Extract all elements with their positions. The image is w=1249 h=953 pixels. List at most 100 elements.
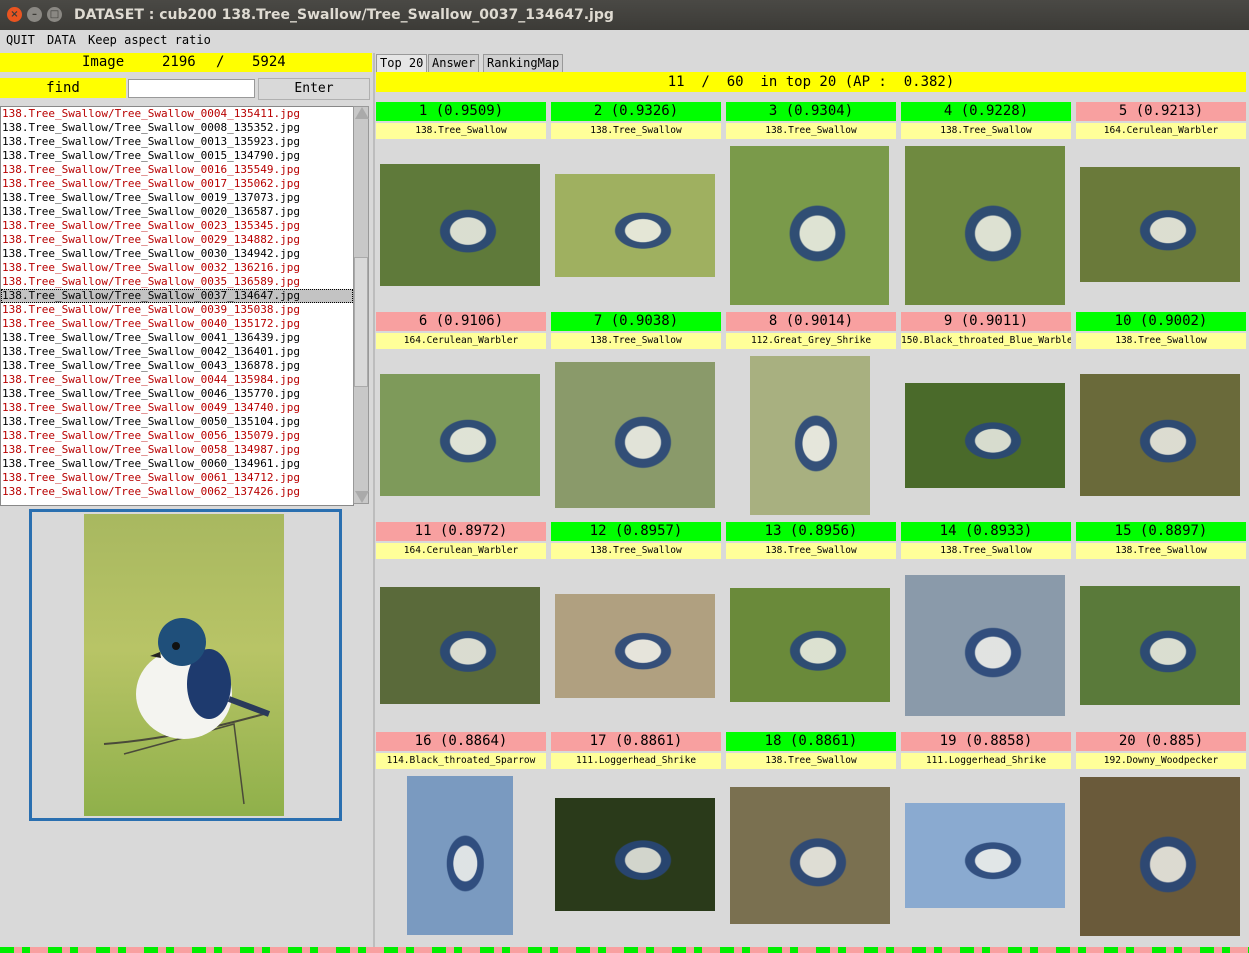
result-thumbnail[interactable]: [380, 587, 540, 704]
file-list-item[interactable]: 138.Tree_Swallow/Tree_Swallow_0015_13479…: [1, 149, 353, 163]
file-list-item[interactable]: 138.Tree_Swallow/Tree_Swallow_0039_13503…: [1, 303, 353, 317]
file-list-item[interactable]: 138.Tree_Swallow/Tree_Swallow_0049_13474…: [1, 401, 353, 415]
result-class-label: 138.Tree_Swallow: [376, 123, 546, 139]
result-thumbnail[interactable]: [905, 575, 1065, 716]
result-thumbnail[interactable]: [1080, 374, 1240, 496]
scrollbar-thumb[interactable]: [354, 257, 368, 387]
result-cell[interactable]: 10 (0.9002) 138.Tree_Swallow: [1076, 312, 1246, 349]
close-icon[interactable]: ×: [7, 7, 22, 22]
scroll-up-icon[interactable]: [355, 107, 369, 119]
file-list-item[interactable]: 138.Tree_Swallow/Tree_Swallow_0040_13517…: [1, 317, 353, 331]
result-thumbnail[interactable]: [905, 146, 1065, 305]
find-input[interactable]: [128, 79, 255, 98]
panel-divider[interactable]: [373, 53, 375, 953]
top20-summary: 11 / 60 in top 20 (AP : 0.382): [376, 72, 1246, 92]
result-cell[interactable]: 16 (0.8864) 114.Black_throated_Sparrow: [376, 732, 546, 769]
tab-answer[interactable]: Answer: [428, 54, 480, 72]
result-cell[interactable]: 17 (0.8861) 111.Loggerhead_Shrike: [551, 732, 721, 769]
file-list-item[interactable]: 138.Tree_Swallow/Tree_Swallow_0013_13592…: [1, 135, 353, 149]
file-list-item[interactable]: 138.Tree_Swallow/Tree_Swallow_0058_13498…: [1, 443, 353, 457]
file-list-item[interactable]: 138.Tree_Swallow/Tree_Swallow_0043_13687…: [1, 359, 353, 373]
scroll-down-icon[interactable]: [355, 491, 369, 503]
result-cell[interactable]: 4 (0.9228) 138.Tree_Swallow: [901, 102, 1071, 139]
tab-top-20[interactable]: Top 20: [376, 54, 428, 72]
file-list-item[interactable]: 138.Tree_Swallow/Tree_Swallow_0050_13510…: [1, 415, 353, 429]
file-list-item[interactable]: 138.Tree_Swallow/Tree_Swallow_0035_13658…: [1, 275, 353, 289]
result-thumbnail[interactable]: [555, 594, 715, 698]
file-list-item-selected[interactable]: 138.Tree_Swallow/Tree_Swallow_0037_13464…: [1, 289, 353, 303]
result-cell[interactable]: 7 (0.9038) 138.Tree_Swallow: [551, 312, 721, 349]
file-list-item[interactable]: 138.Tree_Swallow/Tree_Swallow_0062_13742…: [1, 485, 353, 499]
result-thumbnail[interactable]: [1080, 586, 1240, 705]
file-list-item[interactable]: 138.Tree_Swallow/Tree_Swallow_0041_13643…: [1, 331, 353, 345]
result-thumbnail[interactable]: [555, 798, 715, 911]
file-list-item[interactable]: 138.Tree_Swallow/Tree_Swallow_0023_13534…: [1, 219, 353, 233]
result-thumbnail[interactable]: [730, 588, 890, 702]
result-cell[interactable]: 8 (0.9014) 112.Great_Grey_Shrike: [726, 312, 896, 349]
ranking-strip: [0, 947, 1249, 953]
result-thumbnail[interactable]: [380, 164, 540, 286]
result-class-label: 138.Tree_Swallow: [551, 333, 721, 349]
result-rank-score: 8 (0.9014): [726, 312, 896, 331]
result-thumbnail[interactable]: [905, 803, 1065, 908]
result-cell[interactable]: 18 (0.8861) 138.Tree_Swallow: [726, 732, 896, 769]
file-list[interactable]: 138.Tree_Swallow/Tree_Swallow_0004_13541…: [0, 106, 354, 506]
image-counter-total: 5924: [252, 54, 286, 70]
menu-data[interactable]: DATA: [47, 33, 76, 47]
file-list-item[interactable]: 138.Tree_Swallow/Tree_Swallow_0008_13535…: [1, 121, 353, 135]
enter-button[interactable]: Enter: [258, 78, 370, 100]
result-cell[interactable]: 15 (0.8897) 138.Tree_Swallow: [1076, 522, 1246, 559]
result-thumbnail[interactable]: [380, 374, 540, 496]
result-cell[interactable]: 3 (0.9304) 138.Tree_Swallow: [726, 102, 896, 139]
file-list-item[interactable]: 138.Tree_Swallow/Tree_Swallow_0004_13541…: [1, 107, 353, 121]
file-list-item[interactable]: 138.Tree_Swallow/Tree_Swallow_0029_13488…: [1, 233, 353, 247]
result-rank-score: 15 (0.8897): [1076, 522, 1246, 541]
file-list-item[interactable]: 138.Tree_Swallow/Tree_Swallow_0061_13471…: [1, 471, 353, 485]
result-thumbnail[interactable]: [407, 776, 513, 935]
result-class-label: 111.Loggerhead_Shrike: [901, 753, 1071, 769]
result-rank-score: 14 (0.8933): [901, 522, 1071, 541]
result-thumbnail[interactable]: [730, 146, 889, 305]
result-rank-score: 19 (0.8858): [901, 732, 1071, 751]
image-counter: Image 2196 / 5924: [0, 53, 372, 72]
result-thumbnail[interactable]: [1080, 167, 1240, 282]
result-thumbnail[interactable]: [1080, 777, 1240, 936]
tab-ranking-map[interactable]: RankingMap: [483, 54, 564, 72]
file-list-item[interactable]: 138.Tree_Swallow/Tree_Swallow_0056_13507…: [1, 429, 353, 443]
file-list-item[interactable]: 138.Tree_Swallow/Tree_Swallow_0044_13598…: [1, 373, 353, 387]
result-thumbnail[interactable]: [730, 787, 890, 924]
file-list-item[interactable]: 138.Tree_Swallow/Tree_Swallow_0046_13577…: [1, 387, 353, 401]
minimize-icon[interactable]: –: [27, 7, 42, 22]
result-rank-score: 2 (0.9326): [551, 102, 721, 121]
result-thumbnail[interactable]: [905, 383, 1065, 488]
result-cell[interactable]: 11 (0.8972) 164.Cerulean_Warbler: [376, 522, 546, 559]
result-cell[interactable]: 12 (0.8957) 138.Tree_Swallow: [551, 522, 721, 559]
result-cell[interactable]: 9 (0.9011) 150.Black_throated_Blue_Warble…: [901, 312, 1071, 349]
result-thumbnail[interactable]: [555, 362, 715, 508]
result-cell[interactable]: 20 (0.885) 192.Downy_Woodpecker: [1076, 732, 1246, 769]
file-list-item[interactable]: 138.Tree_Swallow/Tree_Swallow_0020_13658…: [1, 205, 353, 219]
file-list-item[interactable]: 138.Tree_Swallow/Tree_Swallow_0032_13621…: [1, 261, 353, 275]
maximize-icon[interactable]: □: [47, 7, 62, 22]
file-list-item[interactable]: 138.Tree_Swallow/Tree_Swallow_0060_13496…: [1, 457, 353, 471]
result-thumbnail[interactable]: [555, 174, 715, 277]
menu-keep-aspect-ratio[interactable]: Keep aspect ratio: [88, 33, 211, 47]
file-list-item[interactable]: 138.Tree_Swallow/Tree_Swallow_0042_13640…: [1, 345, 353, 359]
result-cell[interactable]: 6 (0.9106) 164.Cerulean_Warbler: [376, 312, 546, 349]
menu-quit[interactable]: QUIT: [6, 33, 35, 47]
file-list-scrollbar[interactable]: [353, 106, 369, 504]
result-cell[interactable]: 13 (0.8956) 138.Tree_Swallow: [726, 522, 896, 559]
result-thumbnail[interactable]: [750, 356, 870, 515]
result-cell[interactable]: 2 (0.9326) 138.Tree_Swallow: [551, 102, 721, 139]
result-cell[interactable]: 14 (0.8933) 138.Tree_Swallow: [901, 522, 1071, 559]
file-list-item[interactable]: 138.Tree_Swallow/Tree_Swallow_0030_13494…: [1, 247, 353, 261]
result-class-label: 164.Cerulean_Warbler: [1076, 123, 1246, 139]
result-class-label: 111.Loggerhead_Shrike: [551, 753, 721, 769]
file-list-item[interactable]: 138.Tree_Swallow/Tree_Swallow_0017_13506…: [1, 177, 353, 191]
file-list-item[interactable]: 138.Tree_Swallow/Tree_Swallow_0016_13554…: [1, 163, 353, 177]
result-cell[interactable]: 5 (0.9213) 164.Cerulean_Warbler: [1076, 102, 1246, 139]
result-cell[interactable]: 1 (0.9509) 138.Tree_Swallow: [376, 102, 546, 139]
result-class-label: 138.Tree_Swallow: [726, 543, 896, 559]
file-list-item[interactable]: 138.Tree_Swallow/Tree_Swallow_0019_13707…: [1, 191, 353, 205]
result-cell[interactable]: 19 (0.8858) 111.Loggerhead_Shrike: [901, 732, 1071, 769]
